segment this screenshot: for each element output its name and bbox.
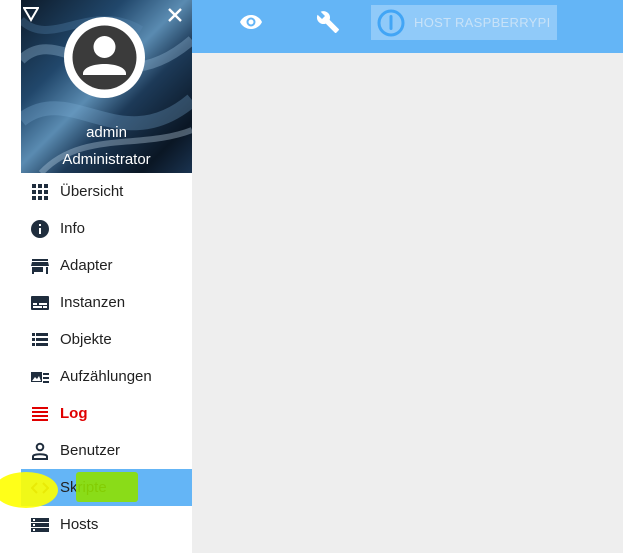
featured-list-icon [31,368,49,386]
main-content-area [192,53,623,553]
menu-item-label: Adapter [60,257,113,274]
menu-item-label: Benutzer [60,442,121,459]
menu-item-info[interactable]: Info [21,210,192,247]
user-role: Administrator [62,151,151,168]
top-app-bar: HOST RASPBERRYPI [192,0,623,53]
user-name: admin [86,124,127,141]
menu-item-aufzaehlungen[interactable]: Aufzählungen [21,358,192,395]
host-button[interactable]: HOST RASPBERRYPI [371,5,557,40]
menu-item-uebersicht[interactable]: Übersicht [21,173,192,210]
eye-icon[interactable] [239,10,263,34]
menu-item-adapter[interactable]: Adapter [21,247,192,284]
power-icon [377,9,405,37]
menu-item-label: Übersicht [60,183,124,200]
navigation-drawer: admin Administrator Übersicht Info Adapt… [21,0,192,553]
subtitles-icon [31,294,49,312]
menu-item-objekte[interactable]: Objekte [21,321,192,358]
triangle-logo-icon[interactable] [22,6,40,22]
menu-item-label: Log [60,405,88,422]
menu-item-label: Aufzählungen [60,368,152,385]
menu-item-benutzer[interactable]: Benutzer [21,432,192,469]
apps-icon [31,183,49,201]
menu-item-label: Hosts [60,516,99,533]
left-margin [0,0,21,553]
list-icon [31,331,49,349]
storage-icon [31,516,49,534]
store-icon [31,257,49,275]
drawer-header: admin Administrator [21,0,192,173]
menu-item-log[interactable]: Log [21,395,192,432]
info-icon [31,220,49,238]
log-lines-icon [31,405,49,423]
menu-item-instanzen[interactable]: Instanzen [21,284,192,321]
menu-item-label: Instanzen [60,294,126,311]
highlight-marker-green [76,472,138,502]
account-icon [72,25,137,90]
close-icon[interactable] [167,7,183,23]
wrench-icon[interactable] [316,10,340,34]
host-button-label: HOST RASPBERRYPI [414,15,551,30]
menu-item-hosts[interactable]: Hosts [21,506,192,543]
menu-item-label: Info [60,220,86,237]
menu-item-label: Objekte [60,331,112,348]
person-icon [31,442,49,460]
avatar[interactable] [64,17,145,98]
